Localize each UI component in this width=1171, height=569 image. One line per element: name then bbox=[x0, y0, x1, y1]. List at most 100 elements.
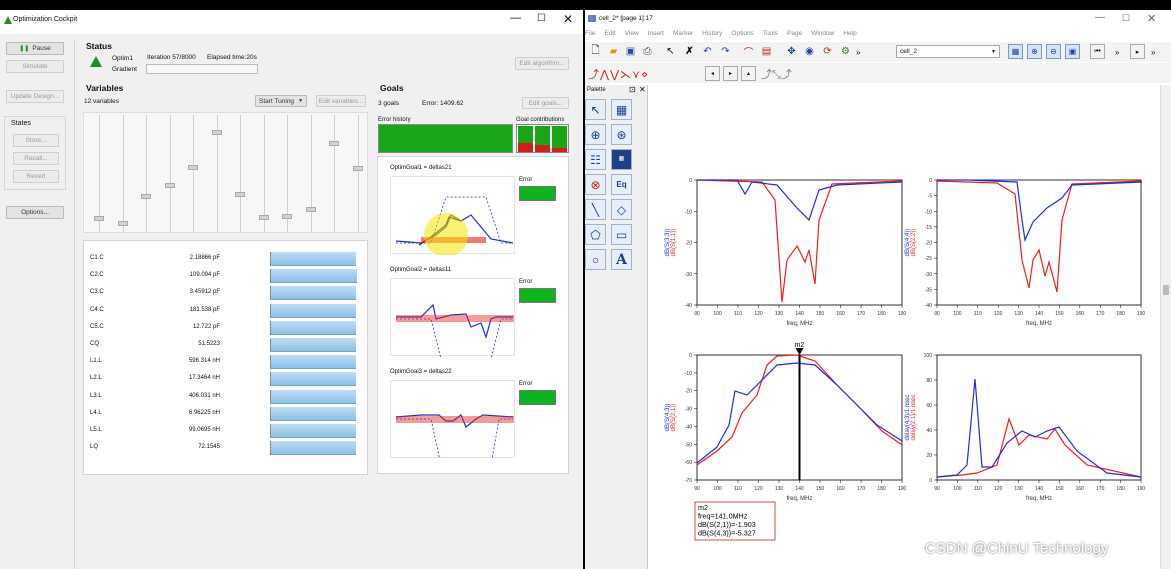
save-icon[interactable]: ▣ bbox=[623, 44, 638, 59]
zoom-icon[interactable]: ◉ bbox=[802, 44, 817, 59]
tuning-slider-thumb[interactable] bbox=[211, 130, 222, 136]
zoom-in-icon[interactable]: ⊕ bbox=[1027, 44, 1042, 59]
close-button[interactable]: ✕ bbox=[563, 12, 573, 26]
plot-left-icon[interactable]: ◂ bbox=[705, 66, 720, 81]
marker-readout-icon[interactable]: ▤ bbox=[759, 44, 774, 59]
tuning-slider-thumb[interactable] bbox=[117, 220, 128, 226]
menu-view[interactable]: View bbox=[625, 30, 639, 37]
variable-bar[interactable] bbox=[270, 320, 363, 335]
more-icon-3[interactable]: » bbox=[1151, 48, 1155, 57]
ads-minimize-button[interactable]: — bbox=[1095, 12, 1105, 23]
revert-button[interactable]: Revert bbox=[13, 170, 59, 183]
new-icon[interactable]: 🗋 bbox=[588, 44, 603, 59]
next-page-icon[interactable]: ▸ bbox=[1130, 44, 1145, 59]
variable-bar[interactable] bbox=[270, 355, 363, 370]
edit-goals-button[interactable]: Edit goals... bbox=[522, 97, 569, 109]
vertical-scrollbar[interactable] bbox=[1160, 85, 1171, 569]
redo-icon[interactable]: ↷ bbox=[718, 44, 733, 59]
maximize-button[interactable]: ☐ bbox=[537, 13, 546, 24]
plot-right-icon[interactable]: ▸ bbox=[723, 66, 738, 81]
plot-type-icons[interactable]: ⤴⋀⋁⋋⋎⋄ bbox=[588, 66, 649, 82]
tuning-slider-thumb[interactable] bbox=[235, 192, 245, 197]
simulate-icon[interactable]: ⟳ bbox=[820, 44, 835, 59]
variable-bar[interactable] bbox=[270, 286, 363, 301]
pointer-tool-icon[interactable]: ↖ bbox=[585, 99, 606, 120]
update-design-button[interactable]: Update Design... bbox=[6, 90, 64, 103]
undo-icon[interactable]: ↶ bbox=[700, 44, 715, 59]
x-tick-label: 190 bbox=[1137, 311, 1146, 317]
table-icon[interactable]: ▦ bbox=[611, 99, 632, 120]
plot-tool-icons[interactable]: ⤴⤡⤴ bbox=[761, 66, 792, 82]
scroll-thumb[interactable] bbox=[1163, 285, 1169, 295]
ads-maximize-button[interactable]: ☐ bbox=[1122, 13, 1130, 24]
menu-window[interactable]: Window bbox=[811, 30, 834, 37]
edit-variables-button[interactable]: Edit variables... bbox=[316, 95, 366, 107]
tuning-slider-thumb[interactable] bbox=[164, 183, 175, 189]
circle-tool-icon[interactable]: ○ bbox=[585, 249, 606, 270]
menu-insert[interactable]: Insert bbox=[648, 30, 664, 37]
menu-history[interactable]: History bbox=[702, 30, 722, 37]
text-tool-icon[interactable]: A bbox=[611, 249, 632, 270]
pause-button[interactable]: ❚❚ Pause bbox=[6, 42, 64, 55]
print-icon[interactable]: ⎙ bbox=[640, 44, 655, 59]
marker-icon[interactable]: ⌒ bbox=[741, 44, 756, 59]
plot-up-icon[interactable]: ▴ bbox=[741, 66, 756, 81]
menu-file[interactable]: File bbox=[585, 30, 595, 37]
recall-button[interactable]: Recall... bbox=[13, 152, 59, 165]
delete-icon[interactable]: ✗ bbox=[682, 44, 697, 59]
open-icon[interactable]: ▰ bbox=[606, 44, 621, 59]
variable-bar[interactable] bbox=[270, 372, 363, 387]
rectangle-tool-icon[interactable]: ▭ bbox=[611, 224, 632, 245]
equation-icon[interactable]: Eq bbox=[611, 174, 632, 195]
cell-select[interactable]: cell_2 ▼ bbox=[896, 45, 1000, 58]
zoom-fit-icon[interactable]: ▦ bbox=[1008, 44, 1023, 59]
start-tuning-dropdown[interactable]: Start Tuning ▼ bbox=[255, 95, 307, 107]
antenna-plot-icon[interactable]: ⊗ bbox=[585, 174, 606, 195]
numeric-table-icon[interactable]: ▦ bbox=[611, 149, 632, 170]
tuning-slider-thumb[interactable] bbox=[329, 141, 339, 147]
line-tool-icon[interactable]: ╲ bbox=[585, 199, 606, 220]
variable-bar[interactable] bbox=[270, 406, 363, 421]
edit-algorithm-button[interactable]: Edit algorithm... bbox=[515, 57, 569, 70]
menu-tools[interactable]: Tools bbox=[763, 30, 778, 37]
options-button[interactable]: Options... bbox=[6, 206, 64, 219]
simulate-button[interactable]: Simulate bbox=[6, 60, 64, 73]
variable-bar[interactable] bbox=[270, 303, 363, 318]
smith-chart-icon[interactable]: ⊛ bbox=[611, 124, 632, 145]
move-icon[interactable]: ✥ bbox=[784, 44, 799, 59]
menu-edit[interactable]: Edit bbox=[604, 30, 615, 37]
more-icon[interactable]: » bbox=[856, 48, 860, 57]
pin-icon[interactable]: ⊡ bbox=[629, 85, 636, 94]
pointer-icon[interactable]: ↖ bbox=[663, 44, 678, 59]
tune-icon[interactable]: ⚙ bbox=[838, 44, 853, 59]
polygon-tool-icon[interactable]: ⬠ bbox=[585, 224, 606, 245]
more-icon-2[interactable]: » bbox=[1115, 48, 1119, 57]
tuning-slider-thumb[interactable] bbox=[282, 214, 292, 219]
menu-options[interactable]: Options bbox=[731, 30, 753, 37]
zoom-out-icon[interactable]: ⊖ bbox=[1046, 44, 1061, 59]
polar-plot-icon[interactable]: ⊕ bbox=[585, 124, 606, 145]
tuning-slider-thumb[interactable] bbox=[305, 207, 316, 213]
palette-close-icon[interactable]: ✕ bbox=[639, 85, 646, 94]
tuning-slider-thumb[interactable] bbox=[188, 164, 198, 170]
minimize-button[interactable]: — bbox=[510, 12, 521, 24]
store-button[interactable]: Store... bbox=[13, 134, 59, 147]
variable-bar[interactable] bbox=[270, 338, 363, 352]
first-page-icon[interactable]: ⏮ bbox=[1090, 44, 1105, 59]
zoom-area-icon[interactable]: ▣ bbox=[1065, 44, 1080, 59]
menu-page[interactable]: Page bbox=[787, 30, 802, 37]
variable-bar[interactable] bbox=[270, 269, 363, 284]
menu-marker[interactable]: Marker bbox=[673, 30, 693, 37]
ads-close-button[interactable]: ✕ bbox=[1147, 12, 1156, 25]
tuning-slider-thumb[interactable] bbox=[352, 165, 363, 171]
menu-help[interactable]: Help bbox=[843, 30, 856, 37]
polyline-tool-icon[interactable]: ◇ bbox=[611, 199, 632, 220]
list-icon[interactable]: ☷ bbox=[585, 149, 606, 170]
variable-bar[interactable] bbox=[270, 424, 363, 438]
variable-bar[interactable] bbox=[270, 389, 363, 404]
tuning-slider-thumb[interactable] bbox=[141, 194, 151, 200]
variable-bar[interactable] bbox=[270, 441, 363, 456]
tuning-slider-thumb[interactable] bbox=[258, 215, 269, 221]
variable-bar[interactable] bbox=[270, 252, 363, 266]
tuning-slider-thumb[interactable] bbox=[94, 216, 104, 222]
